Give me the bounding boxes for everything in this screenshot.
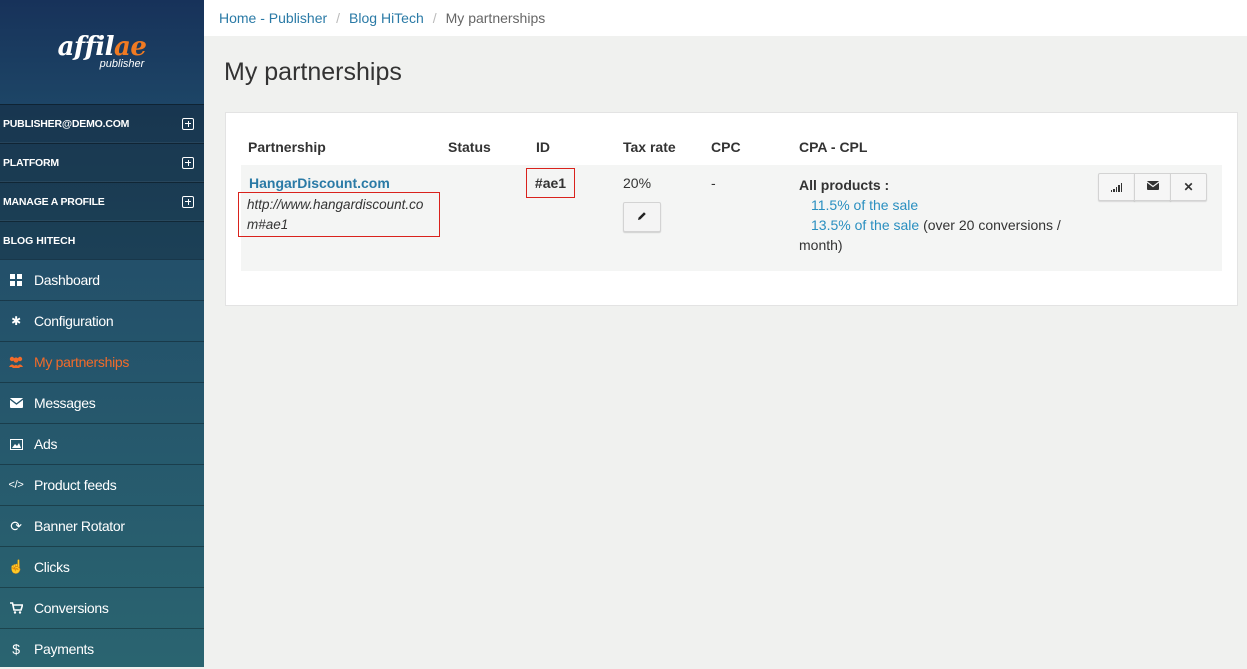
column-header-id[interactable]: ID [536,139,550,155]
cart-icon [8,602,24,614]
remove-button[interactable]: ✕ [1170,173,1207,201]
sidebar-item-configuration[interactable]: ✱ Configuration [0,300,204,341]
breadcrumb-separator: / [432,10,437,26]
code-icon: </> [8,479,24,491]
column-header-status[interactable]: Status [448,139,491,155]
stats-button[interactable] [1098,173,1135,201]
sidebar-item-my-partnerships[interactable]: My partnerships [0,341,204,382]
partnerships-panel: Partnership Status ID Tax rate CPC CPA -… [225,112,1238,306]
partner-name-link[interactable]: HangarDiscount.com [249,175,390,191]
signal-bars-icon [1110,182,1123,192]
sidebar: affilae publisher PUBLISHER@DEMO.COM PLA… [0,0,204,667]
expand-icon[interactable] [182,156,194,169]
partnership-id: #ae1 [526,168,575,198]
sidebar-item-ads[interactable]: Ads [0,423,204,464]
envelope-icon [8,398,24,408]
cpa-rate-1: 11.5% of the sale [811,197,919,213]
column-header-cpc[interactable]: CPC [711,139,741,155]
sidebar-item-clicks[interactable]: ☝ Clicks [0,546,204,587]
logo-subtitle: publisher [99,58,145,70]
expand-icon[interactable] [182,195,194,208]
sidebar-section-account[interactable]: PUBLISHER@DEMO.COM [0,104,204,143]
cpa-label: All products : [799,177,890,193]
column-header-tax-rate[interactable]: Tax rate [623,139,676,155]
table-row: HangarDiscount.com http://www.hangardisc… [238,165,1222,271]
refresh-icon: ⟳ [10,517,22,534]
column-header-partnership[interactable]: Partnership [248,139,326,155]
page-title: My partnerships [224,58,402,86]
sidebar-item-conversions[interactable]: Conversions [0,587,204,628]
message-button[interactable] [1134,173,1171,201]
sidebar-section-platform[interactable]: PLATFORM [0,143,204,182]
sidebar-section-manage-profile[interactable]: MANAGE A PROFILE [0,182,204,221]
breadcrumb: Home - Publisher / Blog HiTech / My part… [204,0,1247,36]
breadcrumb-home[interactable]: Home - Publisher [219,10,327,26]
expand-icon[interactable] [182,117,194,130]
cpc-value: - [711,175,716,191]
sidebar-item-dashboard[interactable]: Dashboard [0,259,204,300]
breadcrumb-separator: / [336,10,341,26]
sidebar-item-product-feeds[interactable]: </> Product feeds [0,464,204,505]
envelope-icon [1146,181,1159,193]
picture-icon [8,438,24,450]
cpa-cpl-details: All products : 11.5% of the sale 13.5% o… [799,175,1069,255]
dashboard-icon [8,274,24,286]
logo[interactable]: affilae publisher [0,0,204,104]
edit-tax-rate-button[interactable] [623,202,661,232]
dollar-icon: $ [12,641,20,657]
cpa-rate-2: 13.5% of the sale [811,217,920,233]
sidebar-item-payments[interactable]: $ Payments [0,628,204,669]
tax-rate-value: 20% [623,175,652,191]
close-icon: ✕ [1183,180,1194,194]
partner-url: http://www.hangardiscount.com#ae1 [238,192,440,237]
column-header-cpa-cpl[interactable]: CPA - CPL [799,139,867,155]
gear-icon: ✱ [11,314,21,328]
logo-wordmark: affilae [57,32,147,62]
breadcrumb-current: My partnerships [445,10,546,26]
sidebar-item-messages[interactable]: Messages [0,382,204,423]
pencil-icon [637,210,647,224]
row-actions: ✕ [1098,173,1207,201]
users-icon [8,356,24,368]
sidebar-profile-label: BLOG HITECH [0,221,204,259]
hand-pointer-icon: ☝ [8,559,24,574]
breadcrumb-profile[interactable]: Blog HiTech [349,10,424,26]
sidebar-item-banner-rotator[interactable]: ⟳ Banner Rotator [0,505,204,546]
